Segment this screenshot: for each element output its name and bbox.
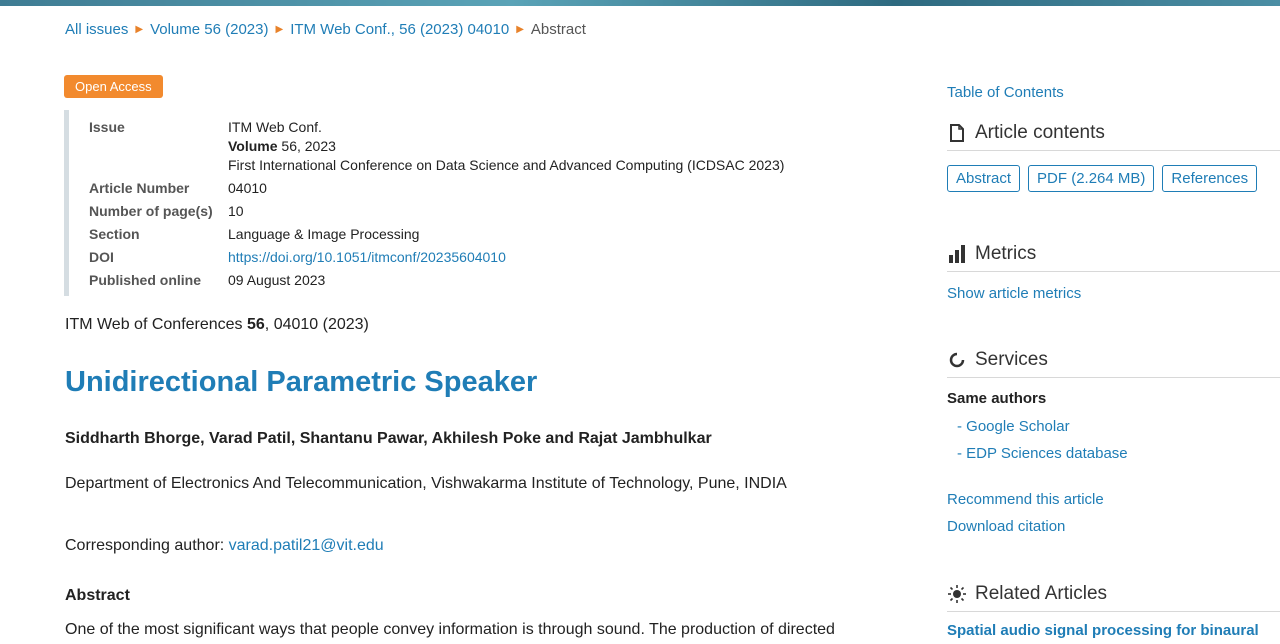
breadcrumb-arrow-icon: ▶: [516, 24, 524, 35]
google-scholar-link[interactable]: - Google Scholar: [957, 418, 1070, 435]
related-articles-heading: Related Articles: [947, 583, 1280, 612]
pages-value: 10: [228, 203, 244, 219]
related-article-link[interactable]: Spatial audio signal processing for bina…: [947, 622, 1259, 639]
article-contents-label: Article contents: [975, 122, 1105, 143]
services-heading: Services: [947, 349, 1280, 378]
bar-chart-icon: [947, 244, 967, 264]
corresponding-email-link[interactable]: varad.patil21@vit.edu: [229, 537, 384, 554]
document-icon: [947, 123, 967, 143]
article-number-label: Article Number: [89, 180, 190, 196]
recommend-article-link[interactable]: Recommend this article: [947, 491, 1104, 508]
issue-conference: First International Conference on Data S…: [228, 157, 785, 173]
table-of-contents-link[interactable]: Table of Contents: [947, 84, 1064, 101]
corresponding-label: Corresponding author:: [65, 537, 229, 554]
issue-journal: ITM Web Conf.: [228, 119, 322, 135]
abstract-heading: Abstract: [65, 587, 130, 604]
header-banner: [0, 0, 1280, 6]
citation-line: ITM Web of Conferences 56, 04010 (2023): [65, 316, 369, 334]
affiliation: Department of Electronics And Telecommun…: [65, 475, 787, 492]
section-value: Language & Image Processing: [228, 226, 420, 242]
same-authors-label: Same authors: [947, 390, 1047, 407]
published-value: 09 August 2023: [228, 272, 326, 288]
published-label: Published online: [89, 272, 202, 288]
citation-journal: ITM Web of Conferences: [65, 316, 247, 333]
article-authors: Siddharth Bhorge, Varad Patil, Shantanu …: [65, 430, 712, 447]
volume-label: Volume: [228, 138, 278, 154]
breadcrumb-current: Abstract: [530, 21, 586, 38]
pdf-button[interactable]: PDF (2.264 MB): [1028, 165, 1155, 192]
open-access-badge: Open Access: [64, 75, 163, 98]
corresponding-author: Corresponding author: varad.patil21@vit.…: [65, 537, 384, 555]
services-label: Services: [975, 349, 1048, 370]
metrics-label: Metrics: [975, 243, 1037, 264]
issue-volume: Volume 56, 2023: [228, 137, 784, 156]
related-articles-label: Related Articles: [975, 583, 1108, 604]
show-metrics-link[interactable]: Show article metrics: [947, 285, 1081, 302]
citation-rest: , 04010 (2023): [264, 316, 369, 333]
citation-volume: 56: [247, 316, 265, 333]
breadcrumb-issue[interactable]: ITM Web Conf., 56 (2023) 04010: [290, 21, 509, 38]
doi-label: DOI: [89, 249, 114, 265]
doi-link[interactable]: https://doi.org/10.1051/itmconf/20235604…: [228, 249, 506, 265]
section-label: Section: [89, 226, 140, 242]
breadcrumb-all-issues[interactable]: All issues: [65, 21, 128, 38]
issue-label: Issue: [89, 119, 125, 135]
article-contents-buttons: Abstract PDF (2.264 MB) References: [947, 165, 1258, 192]
pages-label: Number of page(s): [89, 203, 213, 219]
metrics-heading: Metrics: [947, 243, 1280, 272]
breadcrumb-arrow-icon: ▶: [275, 24, 284, 35]
breadcrumb-arrow-icon: ▶: [135, 24, 144, 35]
article-metadata: Issue ITM Web Conf. Volume 56, 2023 Firs…: [64, 110, 849, 296]
breadcrumb: All issues ▶ Volume 56 (2023) ▶ ITM Web …: [65, 21, 586, 38]
abstract-button[interactable]: Abstract: [947, 165, 1021, 192]
volume-value: 56, 2023: [277, 138, 336, 154]
article-number-value: 04010: [228, 180, 267, 196]
abstract-text: One of the most significant ways that pe…: [65, 621, 835, 638]
references-button[interactable]: References: [1162, 165, 1258, 192]
refresh-icon: [947, 350, 967, 370]
breadcrumb-volume[interactable]: Volume 56 (2023): [150, 21, 268, 38]
article-title: Unidirectional Parametric Speaker: [65, 366, 538, 398]
download-citation-link[interactable]: Download citation: [947, 518, 1065, 535]
article-contents-heading: Article contents: [947, 122, 1280, 151]
edp-database-link[interactable]: - EDP Sciences database: [957, 445, 1128, 462]
issue-value: ITM Web Conf. Volume 56, 2023 First Inte…: [228, 116, 784, 177]
sun-icon: [947, 584, 967, 604]
